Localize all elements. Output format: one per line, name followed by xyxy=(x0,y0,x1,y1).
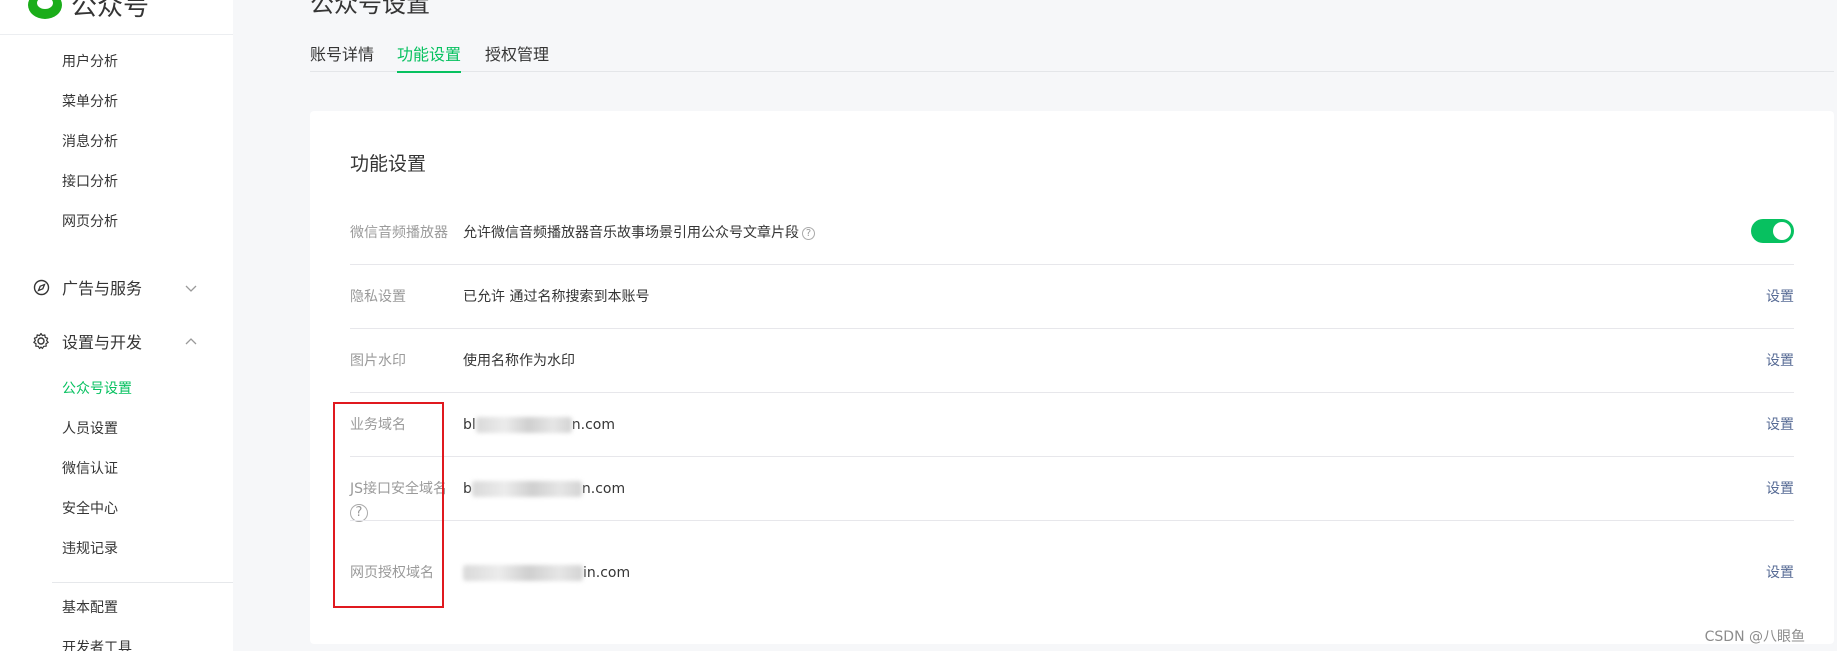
setting-value: 已允许 通过名称搜索到本账号 xyxy=(463,289,650,305)
sidebar-item-basic-config[interactable]: 基本配置 xyxy=(62,597,118,617)
sidebar-item-web-analysis[interactable]: 网页分析 xyxy=(62,211,118,231)
tab-bar: 账号详情 功能设置 授权管理 xyxy=(310,34,1834,73)
domain-prefix: bl xyxy=(463,417,476,433)
setting-label: 微信音频播放器 xyxy=(350,225,448,241)
brand-logo[interactable]: 公众号 xyxy=(28,0,149,23)
tab-account-details[interactable]: 账号详情 xyxy=(310,41,374,71)
sidebar-item-account-settings[interactable]: 公众号设置 xyxy=(62,378,132,398)
question-circle-icon[interactable]: ? xyxy=(802,226,815,240)
setting-value: b n.com xyxy=(463,477,625,501)
domain-suffix: in.com xyxy=(583,565,631,581)
sidebar-item-menu-analysis[interactable]: 菜单分析 xyxy=(62,91,118,111)
sidebar-item-message-analysis[interactable]: 消息分析 xyxy=(62,131,118,151)
sidebar-item-security-center[interactable]: 安全中心 xyxy=(62,498,118,518)
sidebar-group-settings[interactable]: 设置与开发 xyxy=(32,329,197,353)
privacy-settings-link[interactable]: 设置 xyxy=(1766,285,1794,309)
sidebar: 公众号 用户分析 菜单分析 消息分析 接口分析 网页分析 广告与服务 设置与开发… xyxy=(0,0,233,651)
js-domain-settings-link[interactable]: 设置 xyxy=(1766,477,1794,501)
setting-label: 隐私设置 xyxy=(350,289,406,305)
wechat-logo-icon xyxy=(28,0,62,19)
sidebar-group-ads-label: 广告与服务 xyxy=(62,279,143,298)
redacted-block xyxy=(463,565,583,581)
divider xyxy=(350,456,1794,457)
tab-authorization[interactable]: 授权管理 xyxy=(485,41,549,71)
setting-label: 业务域名 xyxy=(350,417,406,433)
feature-settings-card: 功能设置 微信音频播放器 允许微信音频播放器音乐故事场景引用公众号文章片段? 隐… xyxy=(310,111,1834,644)
divider xyxy=(350,264,1794,265)
divider xyxy=(52,582,233,583)
setting-value: 使用名称作为水印 xyxy=(463,353,575,369)
divider xyxy=(350,520,1794,521)
web-auth-domain-settings-link[interactable]: 设置 xyxy=(1766,561,1794,585)
redacted-block xyxy=(471,481,582,497)
divider xyxy=(350,328,1794,329)
setting-label: JS接口安全域名? xyxy=(350,477,450,525)
gear-icon xyxy=(32,332,50,350)
setting-value: in.com xyxy=(463,561,630,585)
domain-suffix: n.com xyxy=(571,417,616,433)
domain-prefix: b xyxy=(463,481,472,497)
audio-player-toggle[interactable] xyxy=(1751,219,1794,243)
setting-value: 允许微信音频播放器音乐故事场景引用公众号文章片段? xyxy=(463,221,815,245)
setting-label: 网页授权域名 xyxy=(350,565,434,581)
divider xyxy=(350,392,1794,393)
business-domain-settings-link[interactable]: 设置 xyxy=(1766,413,1794,437)
sidebar-group-settings-label: 设置与开发 xyxy=(62,333,143,352)
watermark: CSDN @八眼鱼 xyxy=(1704,629,1805,645)
redacted-block xyxy=(475,417,572,433)
setting-value: bl n.com xyxy=(463,413,615,437)
sidebar-item-api-analysis[interactable]: 接口分析 xyxy=(62,171,118,191)
chevron-up-icon xyxy=(184,334,198,348)
chevron-down-icon xyxy=(184,280,198,294)
section-title: 功能设置 xyxy=(350,153,427,175)
sidebar-item-user-analysis[interactable]: 用户分析 xyxy=(62,51,118,71)
sidebar-item-wechat-verification[interactable]: 微信认证 xyxy=(62,458,118,478)
tab-feature-settings[interactable]: 功能设置 xyxy=(397,41,462,73)
sidebar-item-developer-tools[interactable]: 开发者工具 xyxy=(62,637,132,651)
watermark-settings-link[interactable]: 设置 xyxy=(1766,349,1794,373)
setting-value-text: 允许微信音频播放器音乐故事场景引用公众号文章片段 xyxy=(463,225,799,241)
divider xyxy=(0,34,233,35)
brand-name: 公众号 xyxy=(71,0,150,22)
sidebar-group-ads[interactable]: 广告与服务 xyxy=(32,275,197,299)
page-title: 公众号设置 xyxy=(310,0,430,18)
sidebar-item-violation-records[interactable]: 违规记录 xyxy=(62,538,118,558)
compass-icon xyxy=(32,278,50,296)
domain-suffix: n.com xyxy=(581,481,626,497)
setting-label-text: JS接口安全域名 xyxy=(350,481,448,497)
sidebar-item-member-settings[interactable]: 人员设置 xyxy=(62,418,118,438)
setting-label: 图片水印 xyxy=(350,353,406,369)
